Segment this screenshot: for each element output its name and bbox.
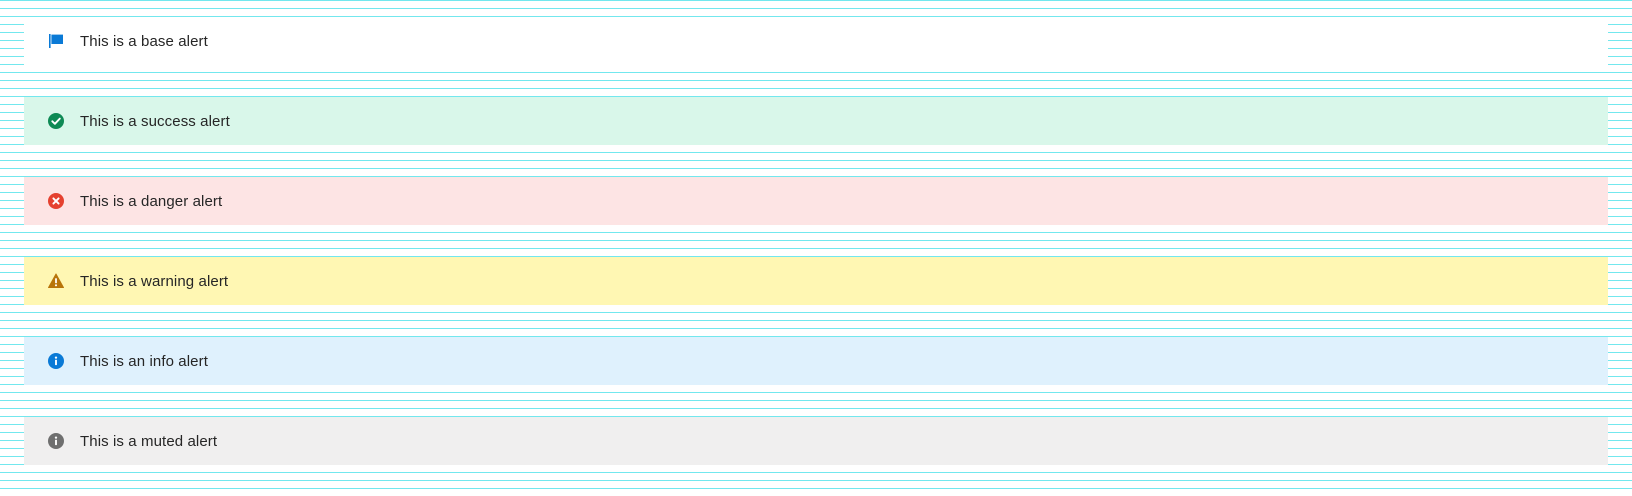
- alert-muted: This is a muted alert: [24, 417, 1608, 465]
- alert-success-text: This is a success alert: [80, 112, 230, 130]
- check-circle-icon: [48, 113, 64, 129]
- alert-muted-text: This is a muted alert: [80, 432, 218, 450]
- flag-icon: [48, 33, 64, 49]
- alert-base-text: This is a base alert: [80, 32, 208, 50]
- warning-triangle-icon: [48, 273, 64, 289]
- x-circle-icon: [48, 193, 64, 209]
- alert-info: This is an info alert: [24, 337, 1608, 385]
- alert-warning-text: This is a warning alert: [80, 272, 229, 290]
- info-circle-icon: [48, 353, 64, 369]
- alert-success: This is a success alert: [24, 97, 1608, 145]
- alert-base: This is a base alert: [24, 17, 1608, 65]
- alert-warning: This is a warning alert: [24, 257, 1608, 305]
- alert-danger: This is a danger alert: [24, 177, 1608, 225]
- info-circle-icon: [48, 433, 64, 449]
- alert-list: This is a base alert This is a success a…: [24, 17, 1608, 465]
- alert-info-text: This is an info alert: [80, 352, 208, 370]
- alert-danger-text: This is a danger alert: [80, 192, 223, 210]
